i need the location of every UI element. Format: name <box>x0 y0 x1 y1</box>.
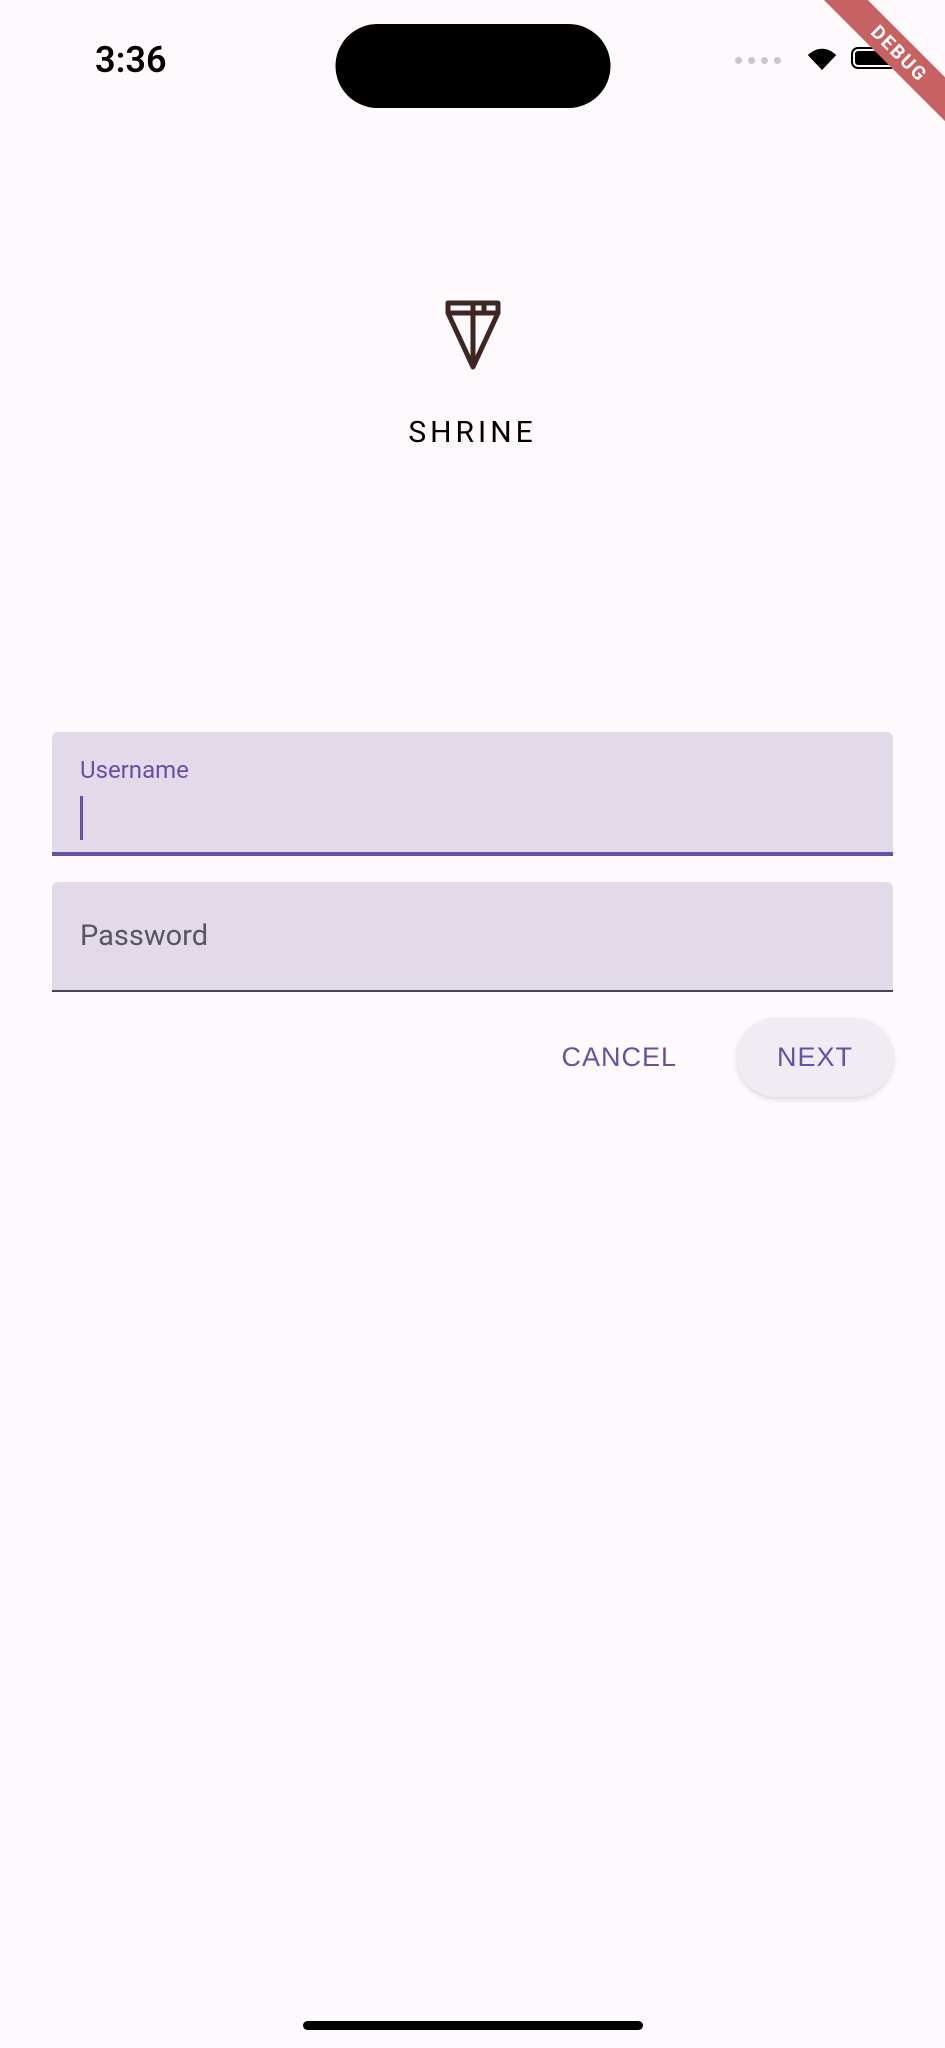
password-input[interactable] <box>52 882 893 990</box>
main-content: SHRINE Username Password CANCEL NEXT <box>0 0 945 1097</box>
wifi-icon <box>805 45 839 75</box>
diamond-icon <box>440 295 506 377</box>
password-field-container[interactable]: Password <box>52 882 893 992</box>
status-bar: 3:36 <box>0 0 945 110</box>
username-field-container[interactable]: Username <box>52 732 893 856</box>
cancel-button[interactable]: CANCEL <box>529 1018 709 1097</box>
text-cursor <box>80 796 83 840</box>
button-row: CANCEL NEXT <box>52 1018 893 1097</box>
logo-section: SHRINE <box>52 295 893 450</box>
home-indicator[interactable] <box>303 2021 643 2030</box>
next-button[interactable]: NEXT <box>737 1018 893 1097</box>
app-name: SHRINE <box>408 415 536 450</box>
login-form: Username Password CANCEL NEXT <box>52 732 893 1097</box>
username-input[interactable] <box>52 732 893 852</box>
device-notch <box>335 24 610 108</box>
cellular-dots-icon <box>735 57 781 64</box>
status-time: 3:36 <box>95 39 167 81</box>
